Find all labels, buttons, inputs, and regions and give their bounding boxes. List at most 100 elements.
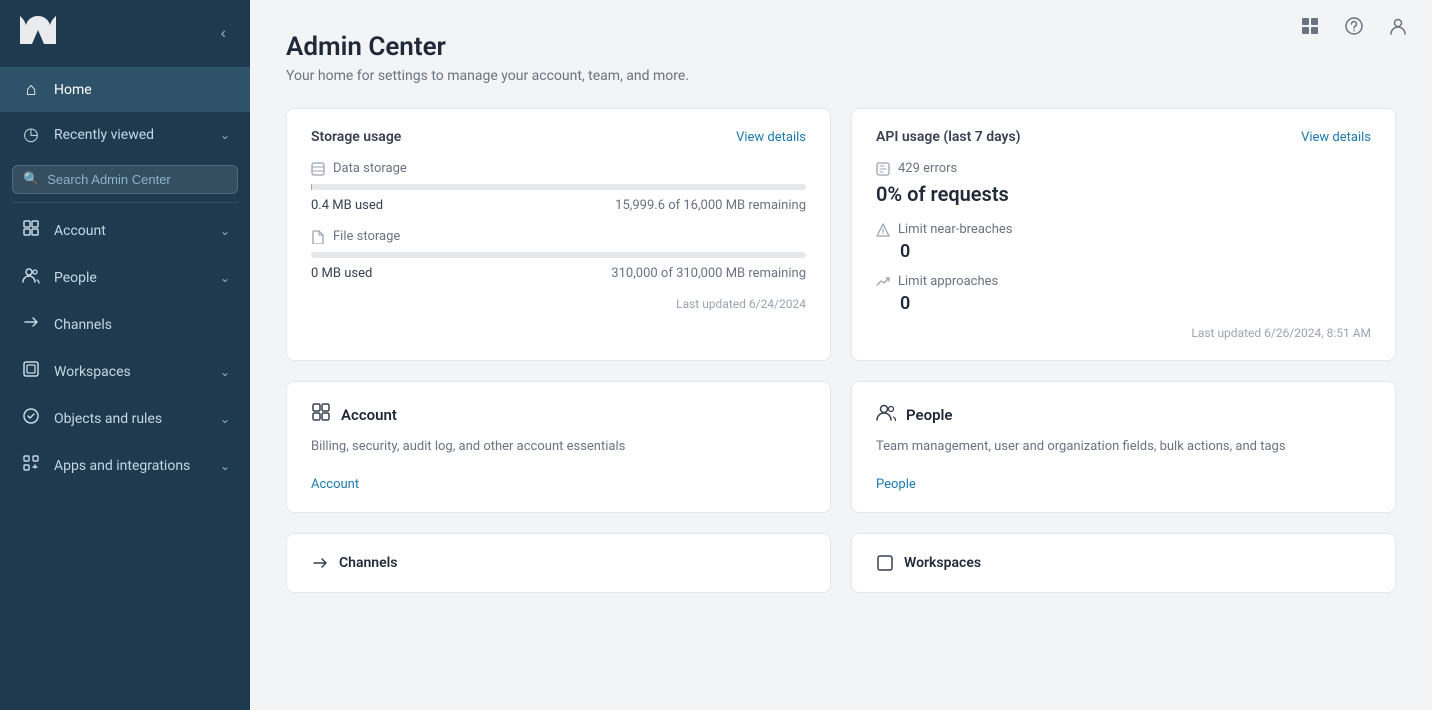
account-feature-card-header: Account [311, 402, 806, 427]
people-feature-icon [876, 402, 896, 427]
sidebar: ‹ ⌂ Home ◷ Recently viewed ⌄ 🔍 Account ⌄ [0, 0, 250, 710]
api-view-details-link[interactable]: View details [1301, 130, 1371, 145]
topbar [1276, 0, 1432, 57]
channels-icon [20, 313, 42, 336]
sidebar-item-channels[interactable]: Channels [0, 301, 250, 348]
api-errors-row: 429 errors [876, 161, 1371, 176]
account-feature-card-link[interactable]: Account [311, 477, 359, 492]
api-last-updated: Last updated 6/26/2024, 8:51 AM [876, 326, 1371, 340]
objects-rules-icon [20, 407, 42, 430]
sidebar-item-recently-viewed[interactable]: ◷ Recently viewed ⌄ [0, 112, 250, 157]
account-chevron: ⌄ [220, 224, 230, 238]
trend-icon [876, 275, 890, 289]
api-approaches-label: Limit approaches [898, 274, 998, 289]
data-storage-bar [311, 184, 806, 190]
sidebar-item-home[interactable]: ⌂ Home [0, 67, 250, 112]
sidebar-item-objects-rules[interactable]: Objects and rules ⌄ [0, 395, 250, 442]
data-storage-used: 0.4 MB used [311, 198, 383, 213]
workspaces-bottom-label: Workspaces [904, 555, 981, 571]
workspaces-icon [20, 360, 42, 383]
help-icon [1344, 16, 1364, 36]
feature-cards-row: Account Billing, security, audit log, an… [286, 381, 1396, 513]
api-requests-pct: 0% of requests [876, 182, 1371, 206]
people-icon [20, 266, 42, 289]
account-feature-card-desc: Billing, security, audit log, and other … [311, 437, 806, 457]
file-storage-remaining: 310,000 of 310,000 MB remaining [611, 266, 806, 281]
people-feature-card-title: People [906, 406, 953, 424]
sidebar-item-people[interactable]: People ⌄ [0, 254, 250, 301]
api-near-breaches-label: Limit near-breaches [898, 222, 1012, 237]
sidebar-workspaces-label: Workspaces [54, 364, 208, 380]
sidebar-people-label: People [54, 270, 208, 286]
data-storage-remaining: 15,999.6 of 16,000 MB remaining [615, 198, 806, 213]
grid-button[interactable] [1296, 12, 1324, 45]
people-feature-card-desc: Team management, user and organization f… [876, 437, 1371, 457]
page-title: Admin Center [286, 32, 1396, 62]
page-subtitle: Your home for settings to manage your ac… [286, 68, 1396, 84]
file-storage-label-row: File storage [311, 229, 806, 244]
api-card-header: API usage (last 7 days) View details [876, 129, 1371, 145]
sidebar-item-account[interactable]: Account ⌄ [0, 207, 250, 254]
storage-view-details-link[interactable]: View details [736, 130, 806, 145]
apps-integrations-icon [20, 454, 42, 477]
data-storage-bar-fill [311, 184, 312, 190]
help-button[interactable] [1340, 12, 1368, 45]
apps-integrations-chevron: ⌄ [220, 459, 230, 473]
collapse-sidebar-button[interactable]: ‹ [217, 21, 230, 47]
recently-viewed-chevron: ⌄ [220, 128, 230, 142]
clock-icon: ◷ [20, 124, 42, 145]
data-storage-section: Data storage 0.4 MB used 15,999.6 of 16,… [311, 161, 806, 213]
divider-1 [12, 202, 238, 203]
file-storage-section: File storage 0 MB used 310,000 of 310,00… [311, 229, 806, 281]
data-storage-label-row: Data storage [311, 161, 806, 176]
account-icon [20, 219, 42, 242]
warning-icon [876, 223, 890, 237]
sidebar-home-label: Home [54, 82, 230, 98]
data-storage-stats: 0.4 MB used 15,999.6 of 16,000 MB remain… [311, 198, 806, 213]
api-errors-icon [876, 162, 890, 176]
file-storage-used: 0 MB used [311, 266, 372, 281]
api-card-title: API usage (last 7 days) [876, 129, 1021, 145]
account-feature-icon [311, 402, 331, 427]
account-feature-card-title: Account [341, 406, 397, 424]
people-card-icon [876, 402, 896, 422]
sidebar-recently-viewed-label: Recently viewed [54, 127, 208, 143]
storage-last-updated: Last updated 6/24/2024 [311, 297, 806, 311]
workspaces-chevron: ⌄ [220, 365, 230, 379]
sidebar-apps-integrations-label: Apps and integrations [54, 458, 208, 474]
file-storage-bar [311, 252, 806, 258]
storage-card-title: Storage usage [311, 129, 401, 145]
file-storage-label: File storage [333, 229, 400, 244]
user-button[interactable] [1384, 12, 1412, 45]
api-approaches-row: Limit approaches [876, 274, 1371, 289]
channels-bottom-label: Channels [339, 555, 398, 571]
workspaces-bottom-card: Workspaces [851, 533, 1396, 593]
bottom-cards-row: Channels Workspaces [286, 533, 1396, 593]
file-storage-icon [311, 230, 325, 244]
api-near-breaches-value: 0 [900, 241, 1371, 262]
home-icon: ⌂ [20, 79, 42, 100]
sidebar-item-apps-integrations[interactable]: Apps and integrations ⌄ [0, 442, 250, 489]
search-input[interactable] [47, 172, 227, 187]
stats-cards-row: Storage usage View details Data storage [286, 108, 1396, 361]
grid-icon [1300, 16, 1320, 36]
search-box: 🔍 [12, 165, 238, 194]
workspaces-bottom-icon [876, 554, 894, 572]
storage-card-header: Storage usage View details [311, 129, 806, 145]
channels-bottom-card: Channels [286, 533, 831, 593]
objects-rules-chevron: ⌄ [220, 412, 230, 426]
api-near-breaches-row: Limit near-breaches [876, 222, 1371, 237]
main-content: Admin Center Your home for settings to m… [250, 0, 1432, 625]
data-storage-icon [311, 162, 325, 176]
file-storage-stats: 0 MB used 310,000 of 310,000 MB remainin… [311, 266, 806, 281]
people-feature-card-link[interactable]: People [876, 477, 916, 492]
storage-card: Storage usage View details Data storage [286, 108, 831, 361]
people-chevron: ⌄ [220, 271, 230, 285]
user-icon [1388, 16, 1408, 36]
sidebar-channels-label: Channels [54, 317, 230, 333]
sidebar-item-workspaces[interactable]: Workspaces ⌄ [0, 348, 250, 395]
people-feature-card-header: People [876, 402, 1371, 427]
channels-bottom-icon [311, 554, 329, 572]
account-feature-card: Account Billing, security, audit log, an… [286, 381, 831, 513]
api-card: API usage (last 7 days) View details 429… [851, 108, 1396, 361]
